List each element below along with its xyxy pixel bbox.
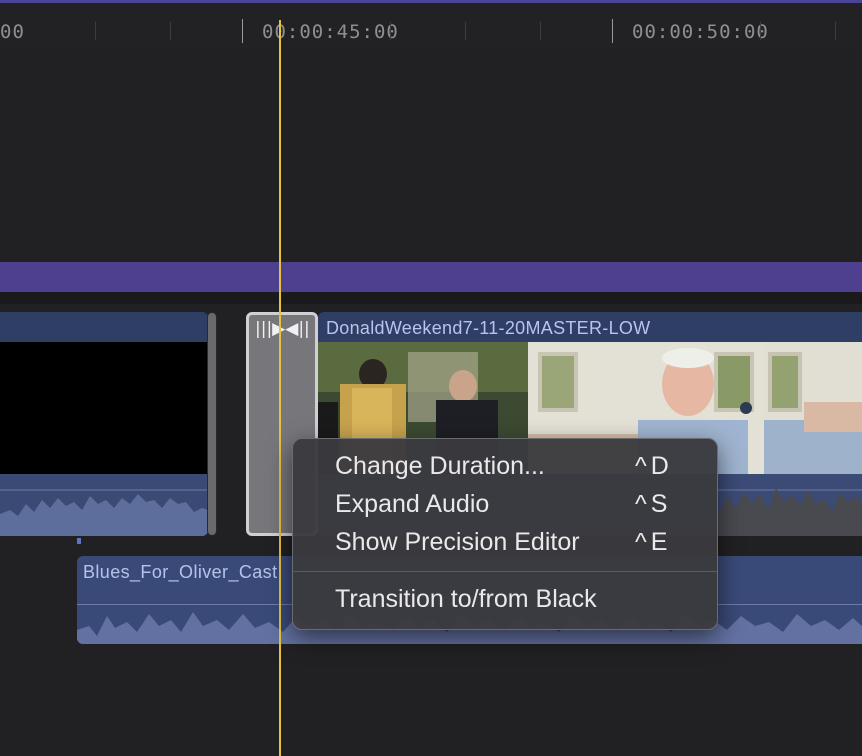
ruler-tick: [170, 22, 171, 40]
primary-storyline-bar[interactable]: [0, 262, 862, 292]
clip-trim-handle[interactable]: [207, 312, 217, 536]
menu-item-expand-audio[interactable]: Expand Audio ^S: [293, 485, 717, 523]
audio-clip-title: Blues_For_Oliver_Cast: [83, 562, 278, 582]
clip-title-strip: [0, 312, 208, 342]
menu-item-shortcut: ^E: [635, 528, 672, 556]
ruler-label-start: 00: [0, 21, 25, 43]
transition-icon: |||▶◀||: [255, 319, 310, 339]
ruler-tick: [835, 22, 836, 40]
ruler-tick-major: [242, 19, 243, 43]
clip-audio-waveform: [0, 474, 208, 536]
ruler-tick: [760, 22, 761, 40]
menu-item-shortcut: ^S: [635, 490, 672, 518]
menu-item-label: Change Duration...: [335, 452, 545, 480]
context-menu: Change Duration... ^D Expand Audio ^S Sh…: [292, 438, 718, 630]
timeline-empty-area[interactable]: [0, 50, 862, 262]
timeline-ruler[interactable]: 00 00:00:45:00 00:00:50:00: [0, 0, 862, 50]
track-gap: [0, 292, 862, 304]
menu-item-label: Show Precision Editor: [335, 528, 580, 556]
audio-connection-marker: [77, 538, 81, 544]
ruler-tick: [465, 22, 466, 40]
clip-title: DonaldWeekend7-11-20MASTER-LOW: [326, 318, 651, 338]
ruler-label-45: 00:00:45:00: [262, 21, 399, 43]
clip-thumbnail-3: [764, 342, 862, 474]
video-clip-previous[interactable]: [0, 312, 208, 536]
ruler-tick: [540, 22, 541, 40]
ruler-tick: [390, 22, 391, 40]
menu-item-show-precision-editor[interactable]: Show Precision Editor ^E: [293, 523, 717, 561]
ruler-label-50: 00:00:50:00: [632, 21, 769, 43]
ruler-tick-major: [612, 19, 613, 43]
menu-item-change-duration[interactable]: Change Duration... ^D: [293, 447, 717, 485]
menu-item-transition-to-from-black[interactable]: Transition to/from Black: [293, 580, 717, 618]
menu-separator: [293, 571, 717, 572]
clip-thumbnail-black: [0, 342, 208, 474]
playhead[interactable]: [279, 20, 281, 756]
menu-item-label: Transition to/from Black: [335, 585, 597, 613]
ruler-tick: [95, 22, 96, 40]
menu-item-label: Expand Audio: [335, 490, 490, 518]
menu-item-shortcut: ^D: [635, 452, 673, 480]
